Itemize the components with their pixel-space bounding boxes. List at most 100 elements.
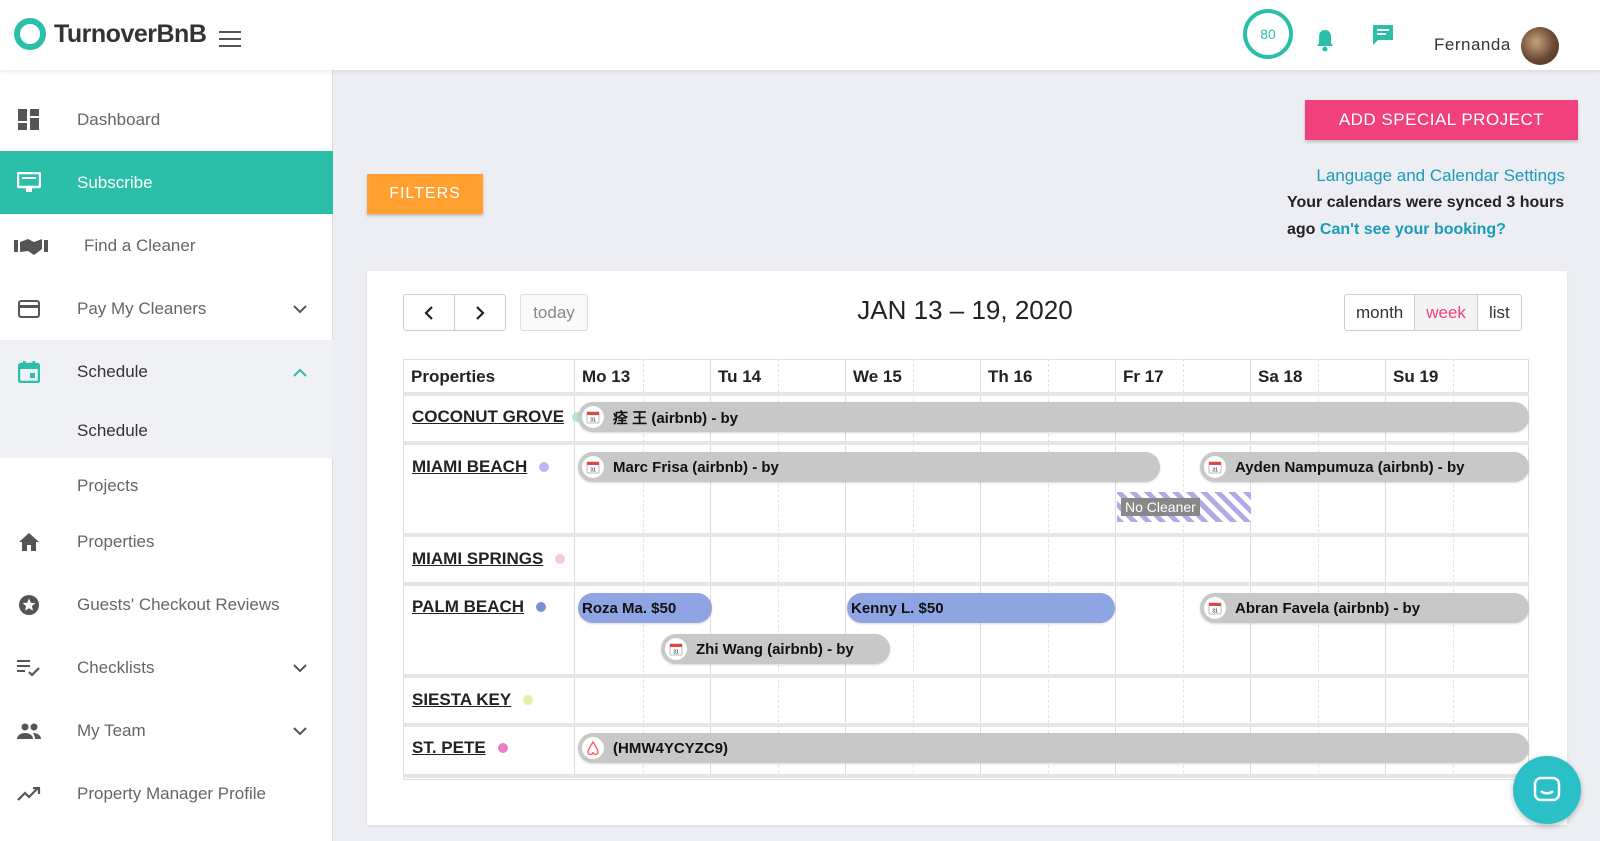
sidebar-item-schedule[interactable]: Schedule bbox=[0, 340, 333, 403]
prev-week-button[interactable] bbox=[403, 294, 455, 331]
sidebar-item-label: Guests' Checkout Reviews bbox=[77, 594, 280, 614]
properties-header: Properties bbox=[411, 366, 496, 386]
property-color-dot bbox=[497, 743, 508, 753]
day-header: Sa 18 bbox=[1258, 366, 1303, 386]
sidebar-item-my-team[interactable]: My Team bbox=[0, 699, 333, 762]
next-week-button[interactable] bbox=[454, 294, 506, 331]
today-button[interactable]: today bbox=[520, 294, 588, 331]
sidebar-item-label: Find a Cleaner bbox=[84, 235, 196, 255]
credit-card-icon bbox=[17, 297, 41, 321]
chevron-down-icon[interactable] bbox=[293, 721, 307, 741]
bell-icon[interactable] bbox=[1314, 28, 1336, 57]
view-month-button[interactable]: month bbox=[1345, 295, 1416, 330]
event-label: Ayden Nampumuza (airbnb) - by bbox=[1235, 458, 1465, 476]
menu-icon[interactable] bbox=[219, 31, 241, 52]
day-header: Tu 14 bbox=[718, 366, 762, 386]
no-cleaner-event[interactable]: No Cleaner bbox=[1117, 492, 1251, 522]
calendar-icon: 31 bbox=[1204, 456, 1226, 478]
sidebar-item-subscribe[interactable]: Subscribe bbox=[0, 151, 333, 214]
sidebar-item-dashboard[interactable]: Dashboard bbox=[0, 88, 333, 151]
sidebar: Dashboard Subscribe Find a Cleaner Pay M… bbox=[0, 70, 333, 841]
score-ring[interactable]: 80 bbox=[1243, 9, 1293, 59]
help-chat-button[interactable] bbox=[1513, 756, 1581, 824]
language-calendar-settings-link[interactable]: Language and Calendar Settings bbox=[1316, 166, 1565, 186]
booking-event[interactable]: 31 痊 王 (airbnb) - by bbox=[578, 402, 1529, 432]
sidebar-subitem-schedule[interactable]: Schedule bbox=[0, 403, 333, 458]
chevron-up-icon[interactable] bbox=[293, 362, 307, 382]
property-siesta-key[interactable]: SIESTA KEY bbox=[412, 690, 534, 710]
property-color-dot bbox=[523, 695, 534, 705]
event-label: 痊 王 (airbnb) - by bbox=[613, 409, 738, 427]
add-special-project-button[interactable]: ADD SPECIAL PROJECT bbox=[1305, 100, 1578, 140]
sidebar-item-label: Dashboard bbox=[77, 109, 161, 129]
avatar[interactable] bbox=[1521, 27, 1559, 65]
chevron-down-icon[interactable] bbox=[293, 299, 307, 319]
subscribe-icon bbox=[17, 171, 41, 195]
property-miami-beach[interactable]: MIAMI BEACH bbox=[412, 457, 550, 477]
sidebar-item-checkout-reviews[interactable]: Guests' Checkout Reviews bbox=[0, 573, 333, 636]
property-color-dot bbox=[539, 462, 550, 472]
booking-event[interactable]: 31 Abran Favela (airbnb) - by bbox=[1200, 593, 1529, 623]
chevron-right-icon bbox=[476, 305, 485, 320]
people-icon bbox=[17, 719, 41, 743]
sidebar-item-label: Subscribe bbox=[77, 172, 153, 192]
grid-divider bbox=[403, 533, 1529, 537]
chevron-down-icon[interactable] bbox=[293, 658, 307, 678]
logo[interactable]: TurnoverBnB bbox=[14, 18, 207, 50]
checklist-icon bbox=[17, 656, 41, 680]
sidebar-item-pay-cleaners[interactable]: Pay My Cleaners bbox=[0, 277, 333, 340]
app-name: TurnoverBnB bbox=[54, 19, 207, 48]
cleaning-event[interactable]: Roza Ma. $50 bbox=[578, 593, 712, 623]
grid-divider bbox=[403, 774, 1529, 778]
filters-button[interactable]: FILTERS bbox=[367, 174, 483, 214]
grid-divider bbox=[403, 392, 1529, 396]
booking-event[interactable]: 31 Marc Frisa (airbnb) - by bbox=[578, 452, 1160, 482]
booking-event[interactable]: 31 Ayden Nampumuza (airbnb) - by bbox=[1200, 452, 1529, 482]
day-header: Th 16 bbox=[988, 366, 1033, 386]
property-palm-beach[interactable]: PALM BEACH bbox=[412, 597, 547, 617]
grid-divider bbox=[403, 441, 1529, 445]
cant-see-booking-link[interactable]: Can't see your booking? bbox=[1320, 221, 1506, 238]
sidebar-item-label: Property Manager Profile bbox=[77, 783, 266, 803]
sidebar-subitem-projects[interactable]: Projects bbox=[0, 458, 333, 513]
property-name: ST. PETE bbox=[412, 738, 486, 757]
cleaning-event[interactable]: Kenny L. $50 bbox=[847, 593, 1115, 623]
svg-text:31: 31 bbox=[1212, 609, 1218, 615]
property-st-pete[interactable]: ST. PETE bbox=[412, 738, 508, 758]
handshake-icon bbox=[14, 234, 48, 258]
sidebar-item-checklists[interactable]: Checklists bbox=[0, 636, 333, 699]
event-label: Marc Frisa (airbnb) - by bbox=[613, 458, 779, 476]
property-color-dot bbox=[555, 554, 566, 564]
booking-event[interactable]: 31 Zhi Wang (airbnb) - by bbox=[661, 634, 890, 664]
calendar-icon: 31 bbox=[582, 456, 604, 478]
property-miami-springs[interactable]: MIAMI SPRINGS bbox=[412, 549, 566, 569]
event-label: Abran Favela (airbnb) - by bbox=[1235, 599, 1421, 617]
booking-event[interactable]: (HMW4YCYZC9) bbox=[578, 733, 1529, 763]
property-name: PALM BEACH bbox=[412, 597, 525, 616]
property-name: MIAMI BEACH bbox=[412, 457, 528, 476]
day-header: Fr 17 bbox=[1123, 366, 1164, 386]
chat-icon[interactable] bbox=[1371, 23, 1395, 52]
sidebar-item-pm-profile[interactable]: Property Manager Profile bbox=[0, 762, 333, 825]
property-color-dot bbox=[536, 602, 547, 612]
user-name[interactable]: Fernanda bbox=[1434, 35, 1511, 55]
svg-text:31: 31 bbox=[590, 418, 596, 424]
sidebar-item-find-cleaner[interactable]: Find a Cleaner bbox=[0, 214, 333, 277]
star-icon bbox=[17, 593, 41, 617]
view-list-button[interactable]: list bbox=[1478, 295, 1521, 330]
top-bar: TurnoverBnB 80 Fernanda bbox=[0, 0, 1600, 70]
event-label: (HMW4YCYZC9) bbox=[613, 739, 728, 757]
svg-text:31: 31 bbox=[590, 468, 596, 474]
event-label: Kenny L. $50 bbox=[851, 599, 944, 617]
property-name: COCONUT GROVE bbox=[412, 407, 565, 426]
day-header: Mo 13 bbox=[582, 366, 631, 386]
view-week-button[interactable]: week bbox=[1415, 295, 1478, 330]
sidebar-item-properties[interactable]: Properties bbox=[0, 510, 333, 573]
day-header: Su 19 bbox=[1393, 366, 1439, 386]
calendar-icon: 31 bbox=[665, 638, 687, 660]
chevron-left-icon bbox=[424, 305, 433, 320]
sidebar-subitem-label: Schedule bbox=[77, 420, 148, 440]
grid-divider bbox=[403, 723, 1529, 727]
property-coconut-grove[interactable]: COCONUT GROVE bbox=[412, 407, 583, 427]
svg-text:31: 31 bbox=[1212, 468, 1218, 474]
